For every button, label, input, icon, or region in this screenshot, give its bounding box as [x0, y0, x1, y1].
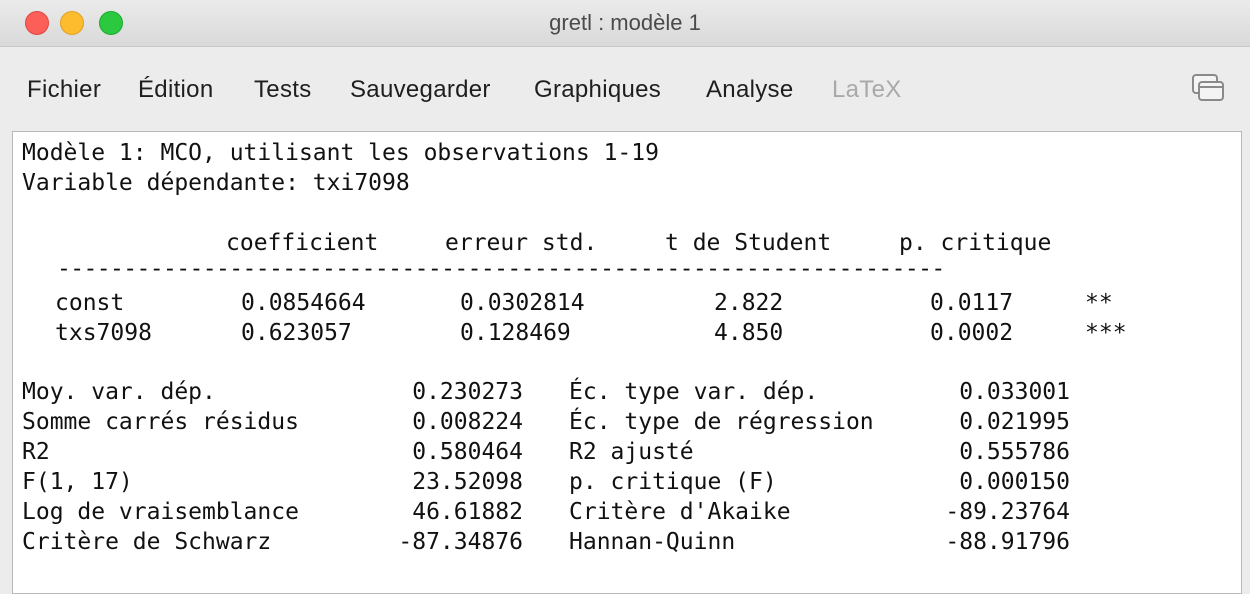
- col-p-value: p. critique: [899, 230, 1052, 256]
- menu-analyse[interactable]: Analyse: [706, 76, 793, 104]
- model-header: Modèle 1: MCO, utilisant les observation…: [22, 140, 659, 166]
- stat-label: Hannan-Quinn: [569, 529, 736, 555]
- row-const-name: const: [55, 290, 125, 316]
- stat-value: 0.230273: [412, 379, 523, 405]
- stat-label: p. critique (F): [569, 469, 777, 495]
- row-txs7098-coef: 0.623057: [241, 320, 352, 346]
- row-const-se: 0.0302814: [460, 290, 585, 316]
- col-t-student: t de Student: [665, 230, 832, 256]
- row-txs7098-t: 4.850: [714, 320, 784, 346]
- stat-value: -88.91796: [945, 529, 1070, 555]
- menu-edition[interactable]: Édition: [138, 76, 213, 104]
- menu-bar: Fichier Édition Tests Sauvegarder Graphi…: [0, 47, 1250, 131]
- stat-value: 46.61882: [412, 499, 523, 525]
- stat-value: 0.021995: [959, 409, 1070, 435]
- row-txs7098-se: 0.128469: [460, 320, 571, 346]
- menu-latex: LaTeX: [832, 76, 902, 103]
- window-title: gretl : modèle 1: [549, 10, 701, 35]
- stat-value: 0.033001: [959, 379, 1070, 405]
- stat-label: Moy. var. dép.: [22, 379, 216, 405]
- row-txs7098-name: txs7098: [55, 320, 152, 346]
- toggle-window-icon[interactable]: [1191, 73, 1225, 103]
- stat-label: Critère d'Akaike: [569, 499, 791, 525]
- row-const-p: 0.0117: [930, 290, 1014, 316]
- stat-label: F(1, 17): [22, 469, 133, 495]
- stat-value: 0.008224: [412, 409, 523, 435]
- stat-label: Éc. type var. dép.: [569, 379, 819, 405]
- stat-value: 23.52098: [412, 469, 523, 495]
- menu-graphiques[interactable]: Graphiques: [534, 76, 661, 104]
- menu-fichier[interactable]: Fichier: [27, 76, 101, 104]
- menu-sauvegarder[interactable]: Sauvegarder: [350, 76, 491, 104]
- title-bar: gretl : modèle 1: [0, 0, 1250, 47]
- stat-value: 0.555786: [959, 439, 1070, 465]
- stat-label: R2: [22, 439, 50, 465]
- row-const-t: 2.822: [714, 290, 784, 316]
- menu-tests[interactable]: Tests: [254, 76, 312, 104]
- col-std-error: erreur std.: [445, 230, 598, 256]
- table-separator: ----------------------------------------…: [57, 256, 945, 282]
- stat-label: R2 ajusté: [569, 439, 694, 465]
- dependent-variable: Variable dépendante: txi7098: [22, 170, 410, 196]
- model-output-pane[interactable]: Modèle 1: MCO, utilisant les observation…: [12, 131, 1242, 594]
- row-const-stars: **: [1085, 290, 1113, 316]
- stat-value: -87.34876: [398, 529, 523, 555]
- col-coefficient: coefficient: [226, 230, 379, 256]
- stat-value: 0.580464: [412, 439, 523, 465]
- stat-label: Somme carrés résidus: [22, 409, 299, 435]
- stat-label: Log de vraisemblance: [22, 499, 299, 525]
- stat-label: Éc. type de régression: [569, 409, 874, 435]
- stat-value: -89.23764: [945, 499, 1070, 525]
- row-const-coef: 0.0854664: [241, 290, 366, 316]
- row-txs7098-p: 0.0002: [930, 320, 1014, 346]
- stat-value: 0.000150: [959, 469, 1070, 495]
- row-txs7098-stars: ***: [1085, 320, 1127, 346]
- stat-label: Critère de Schwarz: [22, 529, 272, 555]
